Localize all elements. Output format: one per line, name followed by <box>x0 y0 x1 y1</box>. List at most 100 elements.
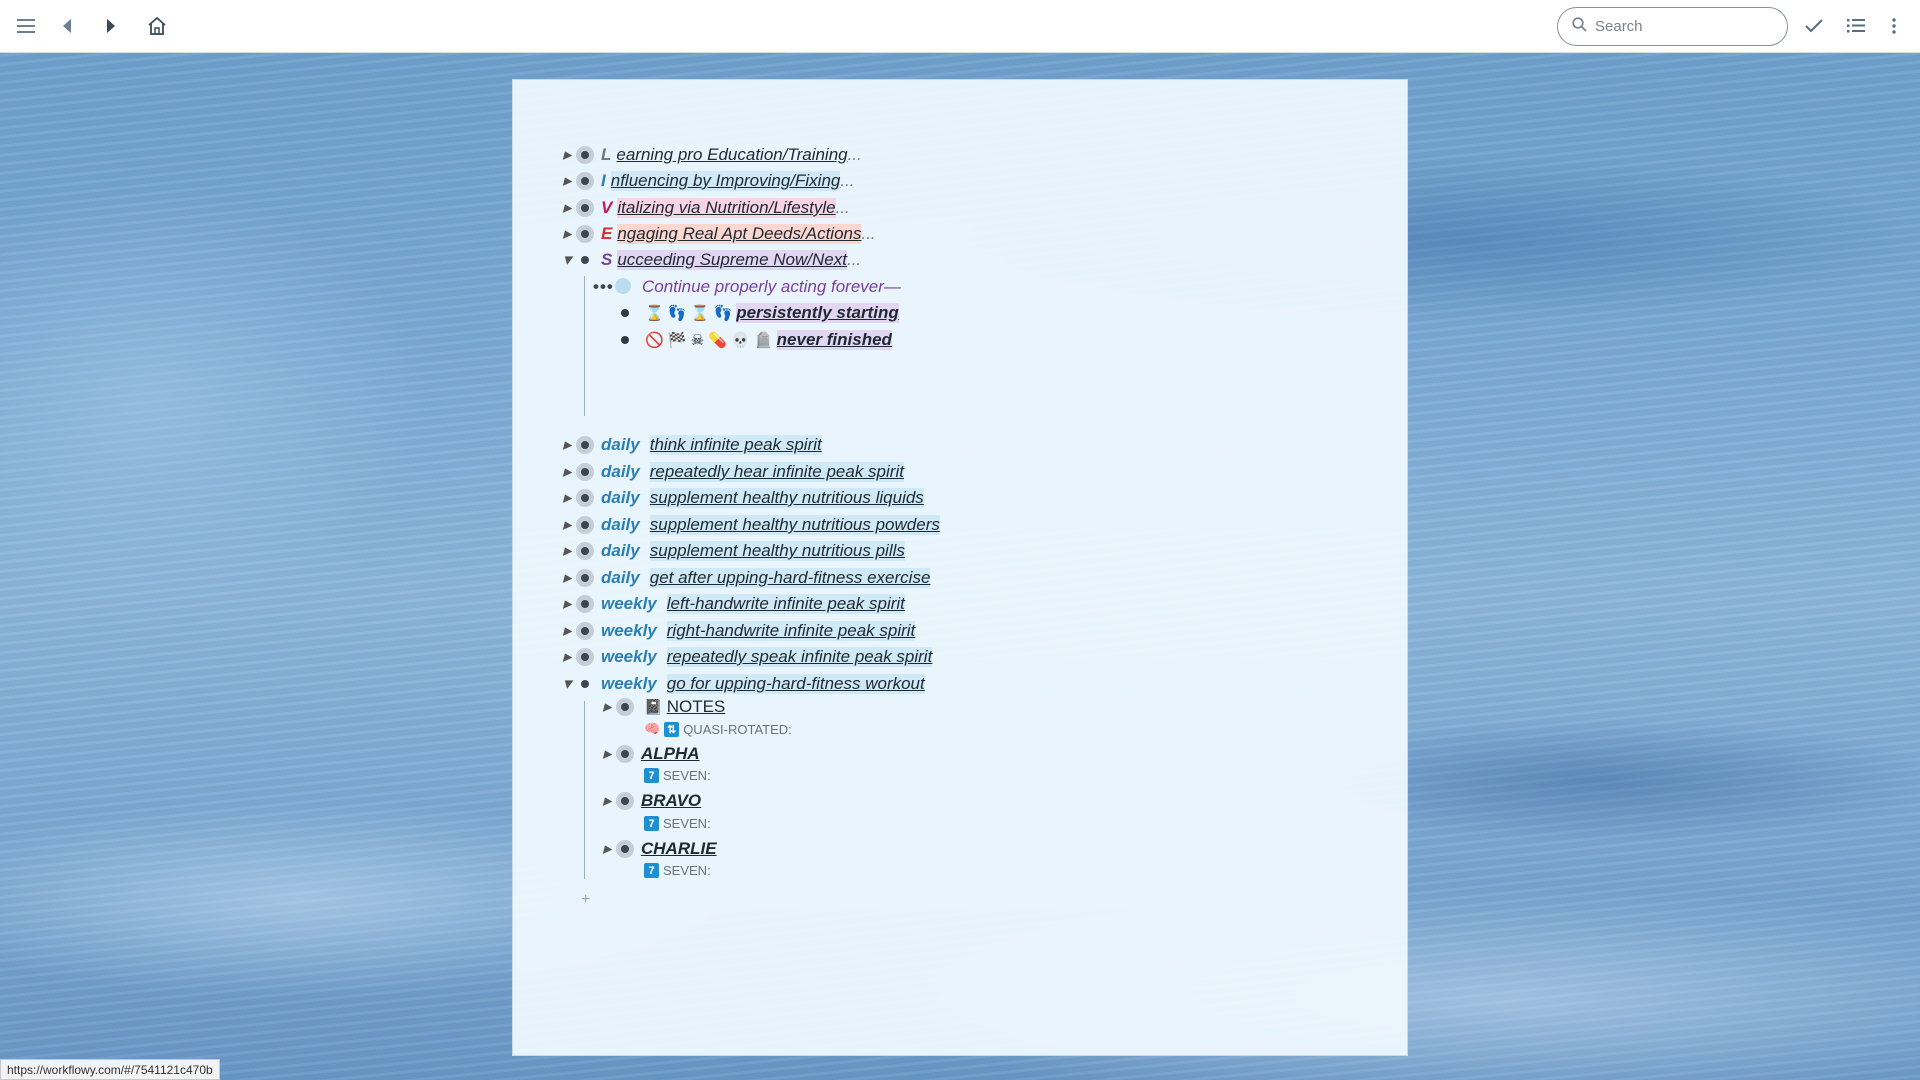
item-text[interactable]: right-handwrite infinite peak spirit <box>666 621 916 641</box>
bullet-icon[interactable] <box>576 648 594 666</box>
item-text[interactable]: ngaging Real Apt Deeds/Actions <box>617 224 862 244</box>
check-icon[interactable] <box>1800 12 1828 40</box>
item-text[interactable]: persistently starting <box>736 303 899 323</box>
item-text[interactable]: get after upping-hard-fitness exercise <box>649 568 931 588</box>
expand-arrow-icon[interactable]: ▸ <box>561 621 573 640</box>
item-text[interactable]: CHARLIE <box>641 839 717 859</box>
frequency-tag[interactable]: daily <box>601 435 640 455</box>
forward-icon[interactable] <box>97 12 125 40</box>
item-text[interactable]: italizing via Nutrition/Lifestyle <box>617 198 836 218</box>
search-input[interactable] <box>1595 18 1775 35</box>
collapse-arrow-icon[interactable]: ▾ <box>561 250 573 269</box>
more-options-icon[interactable]: ••• <box>593 275 614 299</box>
expand-arrow-icon[interactable]: ▸ <box>561 488 573 507</box>
add-item-button[interactable]: + <box>581 888 590 912</box>
child-item-notes[interactable]: 📓 NOTES <box>644 695 725 719</box>
top-toolbar <box>0 0 1920 53</box>
child-item-alpha[interactable]: ALPHA <box>641 742 700 766</box>
bullet-icon[interactable] <box>621 309 629 317</box>
bullet-icon[interactable] <box>576 436 594 454</box>
child-item-bravo[interactable]: BRAVO <box>641 789 701 813</box>
outline-item-label: weekly left-handwrite infinite peak spiri… <box>601 592 905 616</box>
bullet-icon[interactable] <box>576 463 594 481</box>
continue-item[interactable]: Continue properly acting forever— <box>642 275 901 299</box>
item-text[interactable]: supplement healthy nutritious powders <box>649 515 940 535</box>
item-text[interactable]: Continue properly acting forever— <box>642 277 901 297</box>
home-icon[interactable] <box>143 12 171 40</box>
child-item-charlie[interactable]: CHARLIE <box>641 837 717 861</box>
bullet-icon[interactable] <box>616 792 634 810</box>
expand-arrow-icon[interactable]: ▸ <box>601 839 613 858</box>
expand-arrow-icon[interactable]: ▸ <box>561 171 573 190</box>
item-text[interactable]: go for upping-hard-fitness workout <box>666 674 925 694</box>
emoji-icons: 🚫 🏁 ☠ 💊 💀 🪦 <box>645 332 773 349</box>
expand-arrow-icon[interactable]: ▸ <box>601 791 613 810</box>
expand-arrow-icon[interactable]: ▸ <box>601 744 613 763</box>
bullet-icon[interactable] <box>576 595 594 613</box>
item-text[interactable]: left-handwrite infinite peak spirit <box>666 594 905 614</box>
item-text[interactable]: nfluencing by Improving/Fixing <box>610 171 841 191</box>
bullet-icon[interactable] <box>576 146 594 164</box>
more-vertical-icon[interactable] <box>1880 12 1908 40</box>
item-text[interactable]: think infinite peak spirit <box>649 435 822 455</box>
item-text[interactable]: repeatedly speak infinite peak spirit <box>666 647 933 667</box>
list-icon[interactable] <box>1842 12 1870 40</box>
item-text[interactable]: BRAVO <box>641 791 701 811</box>
expand-arrow-icon[interactable]: ▸ <box>561 541 573 560</box>
bullet-icon[interactable] <box>576 622 594 640</box>
bullet-icon[interactable] <box>616 745 634 763</box>
completed-bullet-icon[interactable] <box>615 278 631 294</box>
bullet-icon[interactable] <box>576 199 594 217</box>
bullet-icon[interactable] <box>576 542 594 560</box>
note-badge: 7 <box>644 768 659 783</box>
frequency-tag[interactable]: weekly <box>601 621 657 641</box>
bullet-icon[interactable] <box>576 172 594 190</box>
expand-arrow-icon[interactable]: ▸ <box>561 568 573 587</box>
frequency-tag[interactable]: daily <box>601 488 640 508</box>
collapse-arrow-icon[interactable]: ▾ <box>561 674 573 693</box>
never-item[interactable]: 🚫 🏁 ☠ 💊 💀 🪦 never finished <box>645 328 892 352</box>
expand-arrow-icon[interactable]: ▸ <box>561 435 573 454</box>
menu-icon[interactable] <box>12 12 40 40</box>
add-icon[interactable]: + <box>581 891 590 909</box>
frequency-tag[interactable]: daily <box>601 568 640 588</box>
item-text[interactable]: earning pro Education/Training <box>616 145 847 165</box>
expand-arrow-icon[interactable]: ▸ <box>601 697 613 716</box>
outline-item-label: S ucceeding Supreme Now/Next ... <box>601 248 861 272</box>
expand-arrow-icon[interactable]: ▸ <box>561 198 573 217</box>
bullet-icon[interactable] <box>621 336 629 344</box>
frequency-tag[interactable]: daily <box>601 462 640 482</box>
frequency-tag[interactable]: weekly <box>601 594 657 614</box>
item-text[interactable]: ALPHA <box>641 744 700 764</box>
frequency-tag[interactable]: weekly <box>601 647 657 667</box>
frequency-tag[interactable]: weekly <box>601 674 657 694</box>
item-text[interactable]: repeatedly hear infinite peak spirit <box>649 462 904 482</box>
item-text[interactable]: NOTES <box>667 697 726 717</box>
item-text[interactable]: ucceeding Supreme Now/Next <box>617 250 847 270</box>
bullet-icon[interactable] <box>576 225 594 243</box>
back-icon[interactable] <box>53 12 81 40</box>
item-ellipsis: ... <box>840 171 855 190</box>
bullet-icon[interactable] <box>576 251 594 269</box>
outline-item-label: V italizing via Nutrition/Lifestyle ... <box>601 196 850 220</box>
bullet-icon[interactable] <box>576 489 594 507</box>
expand-arrow-icon[interactable]: ▸ <box>561 145 573 164</box>
expand-arrow-icon[interactable]: ▸ <box>561 647 573 666</box>
persist-item[interactable]: ⌛ 👣 ⌛ 👣 persistently starting <box>645 301 899 325</box>
bullet-icon[interactable] <box>576 516 594 534</box>
bullet-icon[interactable] <box>616 698 634 716</box>
search-box[interactable] <box>1557 7 1788 46</box>
expand-arrow-icon[interactable]: ▸ <box>561 462 573 481</box>
expand-arrow-icon[interactable]: ▸ <box>561 594 573 613</box>
bullet-icon[interactable] <box>576 675 594 693</box>
note-text: SEVEN: <box>663 768 711 783</box>
item-text[interactable]: supplement healthy nutritious liquids <box>649 488 924 508</box>
bullet-icon[interactable] <box>576 569 594 587</box>
bullet-icon[interactable] <box>616 840 634 858</box>
expand-arrow-icon[interactable]: ▸ <box>561 515 573 534</box>
expand-arrow-icon[interactable]: ▸ <box>561 224 573 243</box>
item-text[interactable]: never finished <box>776 330 892 350</box>
item-text[interactable]: supplement healthy nutritious pills <box>649 541 905 561</box>
frequency-tag[interactable]: daily <box>601 515 640 535</box>
frequency-tag[interactable]: daily <box>601 541 640 561</box>
